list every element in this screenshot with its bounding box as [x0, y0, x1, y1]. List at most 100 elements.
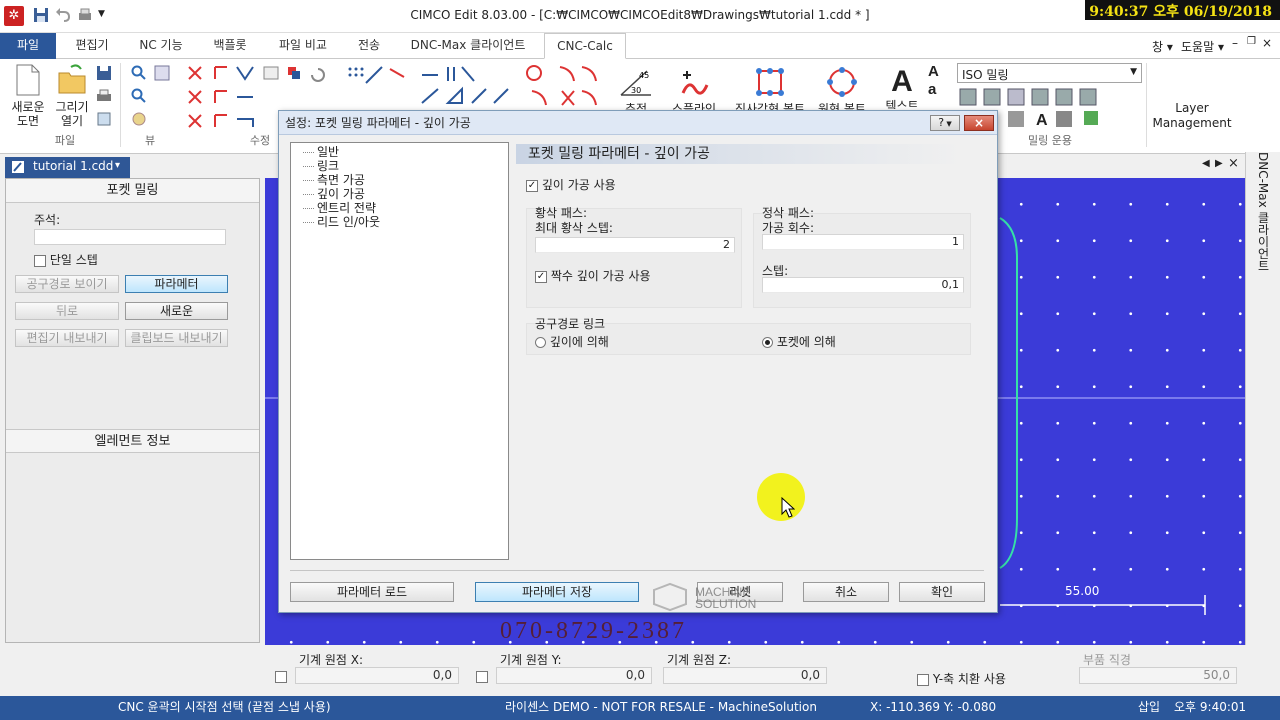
save-drawing-icon[interactable] [96, 65, 112, 81]
tree-item-entry-strategy[interactable]: 엔트리 전략 [303, 201, 508, 215]
menu-help[interactable]: 도움말 ▾ [1181, 38, 1224, 55]
clock-overlay: 9:40:37 오후 06/19/2018 [1085, 0, 1280, 20]
back-button[interactable]: 뒤로 [15, 302, 119, 320]
text-label: 텍스트 [885, 99, 919, 109]
zoom-out-icon[interactable] [131, 88, 147, 104]
dialog-close-button[interactable]: × [964, 115, 994, 131]
drawing-file-icon [12, 161, 24, 173]
finish-count-input[interactable]: 1 [762, 234, 964, 250]
iso-milling-select[interactable]: ISO 밀링 ▼ [957, 63, 1142, 83]
tree-item-depth-cut[interactable]: 깊이 가공 [303, 187, 508, 201]
tab-file[interactable]: 파일 [0, 33, 56, 59]
machine-origin-z-label: 기계 원점 Z: [667, 653, 732, 667]
tab-nc-functions[interactable]: NC 기능 [128, 33, 194, 59]
tree-item-side-cut[interactable]: 측면 가공 [303, 173, 508, 187]
open-folder-icon [58, 64, 86, 94]
text-small-icon[interactable]: Aa [928, 63, 939, 99]
watermark-logo-icon [650, 582, 690, 612]
tab-cnc-calc[interactable]: CNC-Calc [544, 33, 626, 59]
dialog-title-bar[interactable]: 설정: 포켓 밀링 파라메터 - 깊이 가공 ? ▼ × [279, 111, 997, 135]
cimco-edit-window: ✲ ▼ CIMCO Edit 8.03.00 - [C:₩CIMCO₩CIMCO… [0, 0, 1280, 720]
dnc-max-sidebar-label: DNC-Max 클라이언트 [1256, 152, 1270, 272]
status-license: 라이센스 DEMO - NOT FOR RESALE - MachineSolu… [505, 700, 817, 714]
save-parameters-button[interactable]: 파라메터 저장 [475, 582, 639, 602]
by-pocket-label: 포켓에 의해 [776, 335, 836, 349]
draw-tools-icons[interactable] [262, 63, 612, 113]
machine-origin-y-field[interactable]: 0,0 [496, 667, 652, 684]
show-toolpath-button[interactable]: 공구경로 보이기 [15, 275, 119, 293]
machine-origin-x-field[interactable]: 0,0 [295, 667, 459, 684]
tab-close-icon[interactable]: ▾ [115, 160, 120, 171]
spline-button[interactable]: 스플라인 [664, 65, 724, 115]
ribbon-group-file-label: 파일 [54, 134, 76, 147]
radio-on-icon [762, 337, 773, 348]
ribbon-separator [120, 63, 121, 147]
zoom-in-icon[interactable] [131, 65, 147, 81]
text-button[interactable]: A 텍스트 [880, 65, 924, 115]
trace-button[interactable]: 45 30 추적 [616, 65, 656, 115]
checkbox-checked-icon: ✓ [535, 270, 547, 283]
zoom-window-icon[interactable] [154, 65, 170, 81]
tree-item-lead-in-out[interactable]: 리드 인/아웃 [303, 215, 508, 229]
new-drawing-label: 새로운 도면 [11, 100, 45, 128]
tree-item-link[interactable]: 링크 [303, 159, 508, 173]
edit-tools-icons[interactable] [185, 63, 273, 129]
tab-backplot[interactable]: 백플롯 [200, 33, 260, 59]
dialog-help-button[interactable]: ? ▼ [930, 115, 960, 131]
circle-bolt-button[interactable]: 원형 볼트 [812, 65, 872, 115]
element-info-header: 엘레먼트 정보 [6, 429, 259, 453]
pan-icon[interactable] [131, 111, 147, 127]
by-depth-radio[interactable]: 깊이에 의해 [535, 333, 609, 350]
max-rough-step-input[interactable]: 2 [535, 237, 735, 253]
single-step-checkbox[interactable]: 단일 스텝 [34, 251, 98, 268]
document-tab[interactable]: tutorial 1.cdd ▾ [5, 157, 130, 178]
export-clipboard-button[interactable]: 클립보드 내보내기 [125, 329, 228, 347]
use-depth-checkbox[interactable]: ✓ 깊이 가공 사용 [526, 176, 616, 193]
step-input[interactable]: 0,1 [762, 277, 964, 293]
part-diameter-field[interactable]: 50,0 [1079, 667, 1237, 684]
tab-scroll-left-icon[interactable]: ◀ [1202, 158, 1210, 169]
tab-transfer[interactable]: 전송 [346, 33, 392, 59]
dimension-label: 55.00 [1065, 584, 1099, 598]
watermark-phone: 070-8729-2387 [500, 618, 687, 644]
close-icon[interactable]: × [1262, 36, 1272, 50]
properties-icon[interactable] [96, 111, 112, 127]
spline-icon [681, 71, 709, 95]
circle-bolt-icon [827, 67, 857, 97]
tab-scroll-right-icon[interactable]: ▶ [1215, 158, 1223, 169]
y-axis-swap-checkbox[interactable]: Y-축 치환 사용 [917, 670, 1006, 687]
by-pocket-radio[interactable]: 포켓에 의해 [762, 333, 836, 350]
dialog-section-heading: 포켓 밀링 파라메터 - 깊이 가공 [516, 144, 962, 164]
tree-item-general[interactable]: 일반 [303, 145, 508, 159]
comment-label: 주석: [34, 213, 61, 227]
mx-checkbox[interactable] [275, 671, 287, 683]
minimize-icon[interactable]: – [1232, 36, 1238, 50]
open-drawing-button[interactable]: 그리기 열기 [52, 63, 92, 133]
tab-close-all-icon[interactable]: × [1228, 156, 1239, 171]
comment-input[interactable] [34, 229, 226, 245]
layer-management-button[interactable]: Layer Management [1150, 101, 1234, 131]
restore-icon[interactable]: ❐ [1247, 36, 1256, 47]
watermark-brand: MACHINE SOLUTION [695, 585, 757, 611]
even-depth-checkbox[interactable]: ✓ 짝수 깊이 가공 사용 [535, 267, 651, 284]
new-drawing-button[interactable]: 새로운 도면 [8, 63, 48, 133]
menu-window[interactable]: 창 ▾ [1152, 38, 1173, 55]
ok-button[interactable]: 확인 [899, 582, 985, 602]
ribbon-group-edit-label: 수정 [249, 134, 271, 147]
radio-off-icon [535, 337, 546, 348]
load-parameters-button[interactable]: 파라메터 로드 [290, 582, 454, 602]
cancel-button[interactable]: 취소 [803, 582, 889, 602]
dnc-max-sidebar[interactable]: DNC-Max 클라이언트 [1245, 152, 1280, 645]
machine-origin-y-label: 기계 원점 Y: [500, 653, 562, 667]
dialog-separator [290, 570, 984, 571]
rect-bolt-button[interactable]: 직사각형 볼트 [730, 65, 810, 115]
tab-dnc-max-client[interactable]: DNC-Max 클라이언트 [398, 33, 538, 59]
new-button[interactable]: 새로운 [125, 302, 228, 320]
parameters-button[interactable]: 파라메터 [125, 275, 228, 293]
tab-editor[interactable]: 편집기 [62, 33, 122, 59]
tab-file-compare[interactable]: 파일 비교 [266, 33, 340, 59]
my-checkbox[interactable] [476, 671, 488, 683]
export-editor-button[interactable]: 편집기 내보내기 [15, 329, 119, 347]
machine-origin-z-field[interactable]: 0,0 [663, 667, 827, 684]
print-drawing-icon[interactable] [96, 88, 112, 104]
